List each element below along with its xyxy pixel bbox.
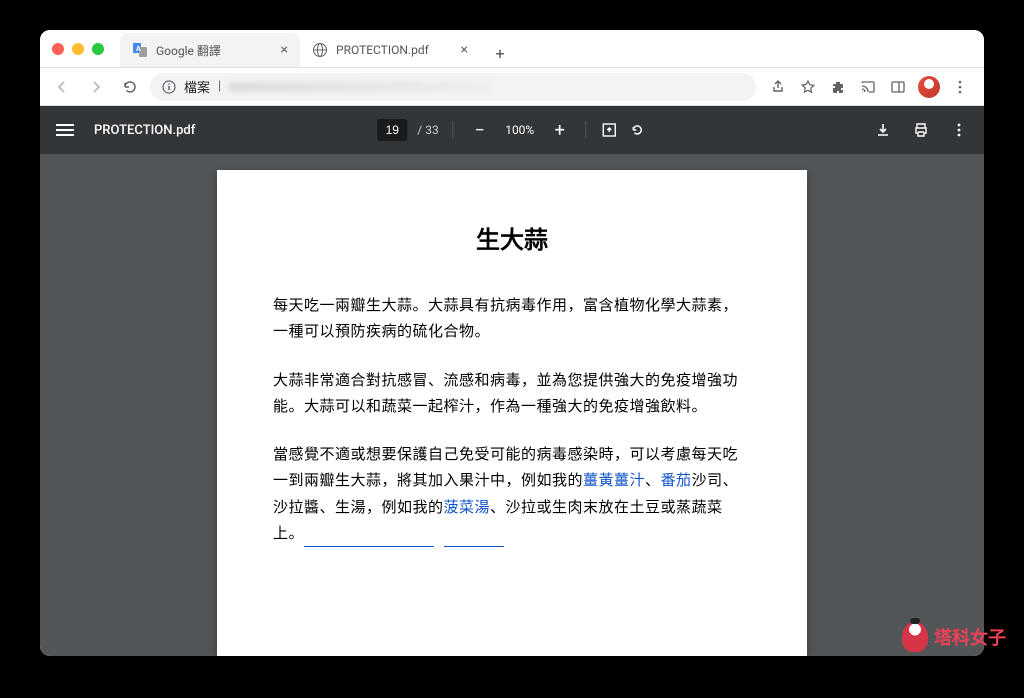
url-scheme: 檔案	[184, 77, 210, 96]
tab-strip: A Google 翻譯 × PROTECTION.pdf × +	[120, 30, 972, 67]
doc-paragraph-2: 大蒜非常適合對抗感冒、流感和病毒，並為您提供強大的免疫增強功能。大蒜可以和蔬菜一…	[273, 368, 751, 421]
pdf-menu-button[interactable]	[56, 124, 74, 136]
tab-protection-pdf[interactable]: PROTECTION.pdf ×	[300, 33, 480, 67]
globe-icon	[312, 42, 328, 58]
url-separator: |	[218, 79, 221, 94]
pdf-filename: PROTECTION.pdf	[94, 123, 195, 138]
link-tomato[interactable]: 番茄	[661, 472, 692, 489]
zoom-in-button[interactable]: +	[548, 118, 572, 142]
rotate-button[interactable]	[629, 121, 647, 139]
doc-paragraph-1: 每天吃一兩瓣生大蒜。大蒜具有抗病毒作用，富含植物化學大蒜素，一種可以預防疾病的硫…	[273, 293, 751, 346]
tab-close-icon[interactable]: ×	[281, 42, 288, 58]
extensions-icon[interactable]	[828, 77, 848, 97]
doc-paragraph-3: 當感覺不適或想要保護自己免受可能的病毒感染時，可以考慮每天吃一到兩瓣生大蒜，將其…	[273, 442, 751, 547]
minimize-window-button[interactable]	[72, 43, 84, 55]
doc-heading: 生大蒜	[273, 220, 751, 255]
tab-title: Google 翻譯	[156, 42, 221, 59]
toolbar-divider	[453, 121, 454, 139]
cast-icon[interactable]	[858, 77, 878, 97]
share-icon[interactable]	[768, 77, 788, 97]
new-tab-button[interactable]: +	[486, 39, 514, 67]
window-controls	[52, 43, 104, 55]
navbar: 檔案 |	[40, 68, 984, 106]
titlebar: A Google 翻譯 × PROTECTION.pdf × +	[40, 30, 984, 68]
watermark: 塔科女子	[902, 622, 1006, 652]
link-spinach-soup[interactable]: 菠菜湯	[444, 499, 491, 516]
forward-button[interactable]	[82, 73, 110, 101]
underline-decoration	[304, 529, 434, 547]
close-window-button[interactable]	[52, 43, 64, 55]
toolbar-divider	[586, 121, 587, 139]
fit-page-button[interactable]	[601, 121, 619, 139]
tab-title: PROTECTION.pdf	[336, 43, 429, 57]
page-total: / 33	[417, 123, 438, 137]
print-button[interactable]	[912, 121, 930, 139]
page-number-input[interactable]	[377, 119, 407, 141]
maximize-window-button[interactable]	[92, 43, 104, 55]
tab-google-translate[interactable]: A Google 翻譯 ×	[120, 33, 300, 67]
sidepanel-icon[interactable]	[888, 77, 908, 97]
pdf-page: 生大蒜 每天吃一兩瓣生大蒜。大蒜具有抗病毒作用，富含植物化學大蒜素，一種可以預防…	[217, 170, 807, 656]
download-button[interactable]	[874, 121, 892, 139]
zoom-out-button[interactable]: −	[468, 118, 492, 142]
browser-window: A Google 翻譯 × PROTECTION.pdf × +	[40, 30, 984, 656]
url-path-blurred	[229, 82, 489, 92]
watermark-text: 塔科女子	[934, 624, 1006, 650]
pdf-viewer[interactable]: 生大蒜 每天吃一兩瓣生大蒜。大蒜具有抗病毒作用，富含植物化學大蒜素，一種可以預防…	[40, 154, 984, 656]
profile-avatar[interactable]	[918, 76, 940, 98]
menu-icon[interactable]	[950, 77, 970, 97]
zoom-level: 100%	[502, 123, 538, 137]
url-bar[interactable]: 檔案 |	[150, 73, 756, 101]
reload-button[interactable]	[116, 73, 144, 101]
bookmark-icon[interactable]	[798, 77, 818, 97]
watermark-figure-icon	[902, 622, 928, 652]
svg-text:A: A	[136, 45, 141, 53]
translate-icon: A	[132, 42, 148, 58]
underline-decoration	[444, 529, 504, 547]
back-button[interactable]	[48, 73, 76, 101]
tab-close-icon[interactable]: ×	[461, 42, 468, 58]
more-button[interactable]	[950, 121, 968, 139]
pdf-toolbar: PROTECTION.pdf / 33 − 100% +	[40, 106, 984, 154]
info-icon[interactable]	[162, 80, 176, 94]
link-turmeric-juice[interactable]: 薑黃薑汁	[583, 472, 645, 489]
extension-icons	[762, 76, 976, 98]
